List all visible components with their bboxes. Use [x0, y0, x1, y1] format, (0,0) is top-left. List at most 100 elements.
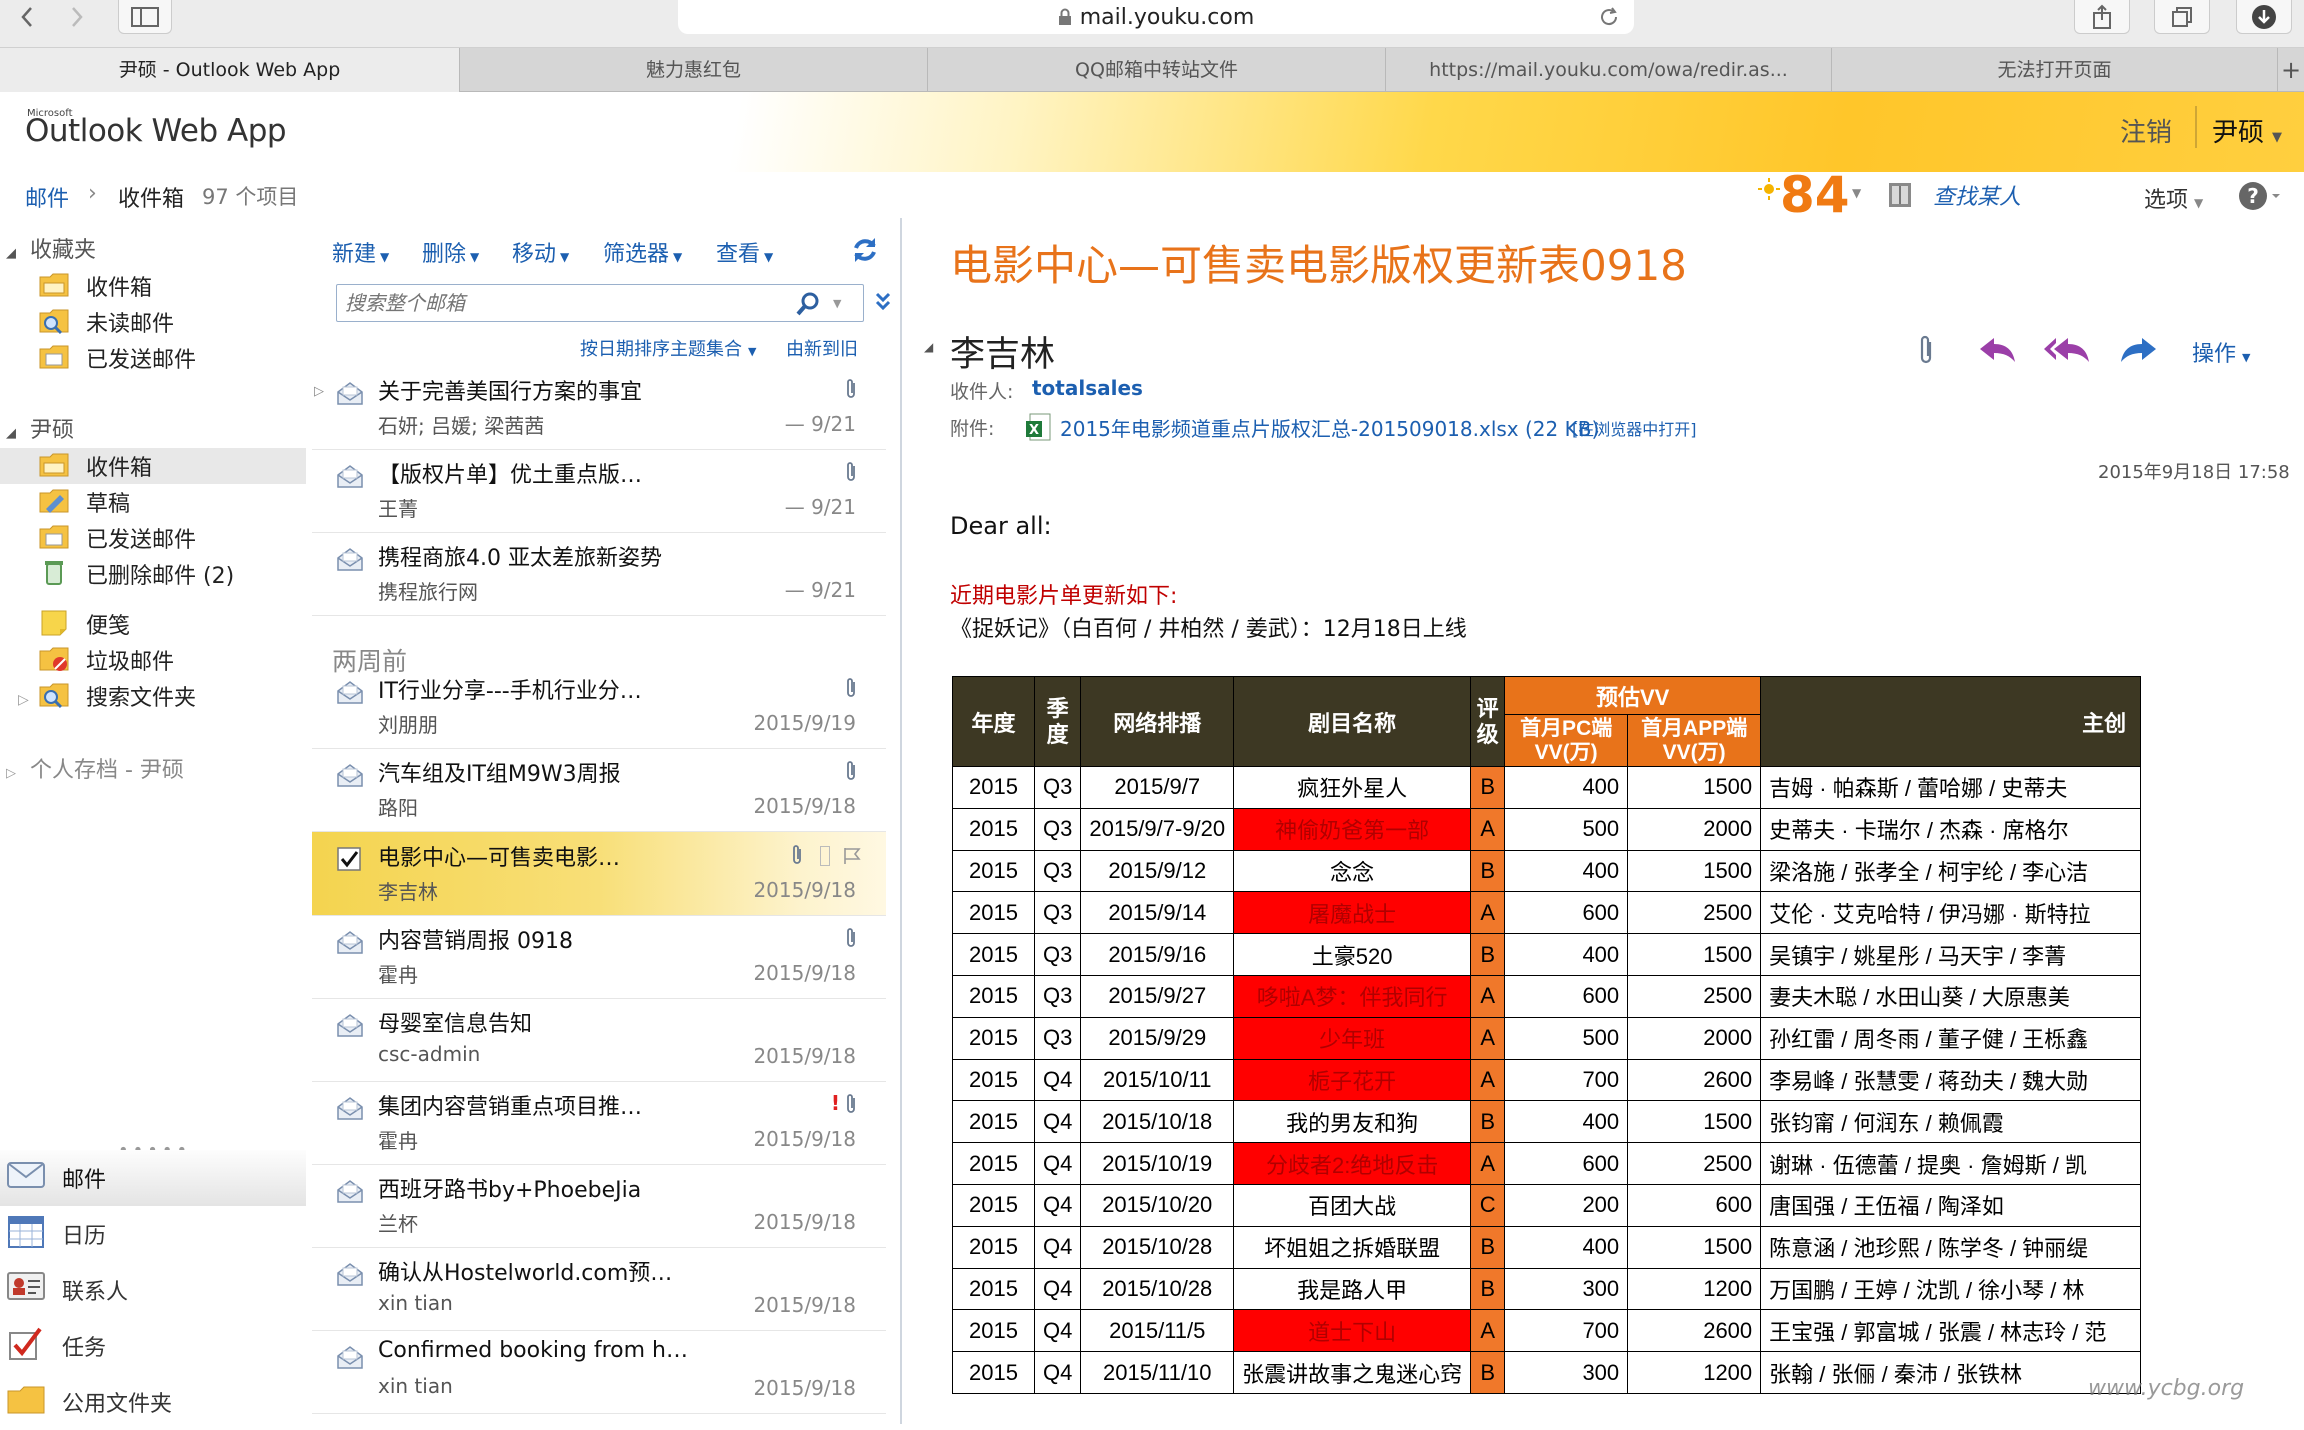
tab-cannot-open[interactable]: 无法打开页面	[1832, 48, 2278, 92]
user-menu[interactable]: 尹硕 ▼	[2212, 112, 2282, 149]
folder-drafts[interactable]: 草稿	[0, 484, 306, 520]
list-item[interactable]: 【版权片单】优土重点版… 王菁 — 9/21	[312, 449, 886, 533]
fav-unread[interactable]: 未读邮件	[38, 304, 306, 340]
chevron-down-icon[interactable]: ▼	[1852, 186, 1861, 200]
breadcrumb-mail[interactable]: 邮件	[25, 181, 69, 213]
nav-calendar[interactable]: 日历	[0, 1206, 306, 1262]
forward-icon[interactable]	[2118, 334, 2158, 364]
chevron-down-icon: ▼	[2242, 351, 2251, 364]
search-icon[interactable]	[795, 291, 821, 317]
watermark: www.ycbg.org	[2088, 1376, 2245, 1401]
fav-sent[interactable]: 已发送邮件	[38, 340, 306, 376]
list-item[interactable]: 汽车组及IT组M9W3周报 路阳 2015/9/18	[312, 748, 886, 832]
tabs-button[interactable]	[2154, 0, 2210, 34]
downloads-button[interactable]	[2236, 0, 2292, 34]
new-button[interactable]: 新建 ▼	[332, 236, 389, 268]
list-item[interactable]: 内容营销周报 0918 霍冉 2015/9/18	[312, 915, 886, 999]
forward-button[interactable]	[50, 0, 104, 34]
nav-mail[interactable]: 邮件	[0, 1150, 306, 1206]
tab-redirect[interactable]: https://mail.youku.com/owa/redir.as...	[1386, 48, 1832, 92]
tab-qqmail[interactable]: QQ邮箱中转站文件	[928, 48, 1386, 92]
options-menu[interactable]: 选项 ▼	[2144, 182, 2203, 214]
filter-button[interactable]: 筛选器 ▼	[603, 236, 682, 268]
nav-public-folders[interactable]: 公用文件夹	[0, 1374, 306, 1430]
back-button[interactable]	[0, 0, 54, 34]
fav-sent-label: 已发送邮件	[86, 348, 197, 373]
list-item[interactable]: 电影中心—可售卖电影… 李吉林 2015/9/18	[312, 832, 886, 916]
actions-menu[interactable]: 操作 ▼	[2192, 336, 2250, 368]
refresh-icon[interactable]	[851, 236, 879, 264]
to-recipient[interactable]: totalsales	[1032, 376, 1143, 400]
chevron-down-icon[interactable]: ▼	[833, 297, 841, 310]
cell-cast: 妻夫木聪 / 水田山葵 / 大原惠美	[1760, 974, 2142, 1018]
cell-title: 少年班	[1233, 1016, 1472, 1060]
archive-section[interactable]: ▷ 个人存档 - 尹硕	[6, 752, 184, 784]
new-tab-button[interactable]: +	[2278, 48, 2304, 92]
weather-score[interactable]: 84	[1780, 166, 1850, 224]
message-subject: 内容营销周报 0918	[378, 929, 573, 954]
list-item[interactable]: 确认从Hostelworld.com预… xin tian 2015/9/18	[312, 1247, 886, 1331]
cell-schedule: 2015/9/14	[1080, 891, 1235, 935]
collapse-triangle-icon[interactable]: ◢	[924, 340, 933, 354]
expand-triangle-icon[interactable]: ▷	[18, 692, 29, 708]
cell-year: 2015	[952, 1225, 1035, 1269]
delete-button[interactable]: 删除 ▼	[422, 236, 479, 268]
list-item[interactable]: 携程商旅4.0 亚太差旅新姿势 携程旅行网 — 9/21	[312, 532, 886, 616]
share-button[interactable]	[2074, 0, 2130, 34]
checkbox-checked-icon[interactable]	[336, 846, 362, 872]
flag-icon[interactable]	[842, 846, 864, 866]
category-box[interactable]	[820, 846, 830, 866]
cell-cast: 张钧甯 / 何润东 / 赖佩霞	[1760, 1100, 2142, 1144]
attachment-link[interactable]: 2015年电影频道重点片版权汇总-201509018.xlsx (22 KB)	[1060, 413, 1599, 442]
folder-sent[interactable]: 已发送邮件	[0, 520, 306, 556]
move-button[interactable]: 移动 ▼	[512, 236, 569, 268]
sidebar-toggle-button[interactable]	[118, 0, 172, 34]
open-in-browser-link[interactable]: [在浏览器中打开]	[1572, 416, 1697, 440]
address-bar[interactable]: mail.youku.com	[678, 0, 1634, 34]
nav-tasks[interactable]: 任务	[0, 1318, 306, 1374]
expand-triangle-icon[interactable]: ▷	[314, 384, 324, 399]
folder-junk[interactable]: 垃圾邮件	[38, 642, 306, 678]
reload-icon[interactable]	[1598, 6, 1620, 28]
search-folder-icon	[38, 305, 72, 339]
logout-link[interactable]: 注销	[2120, 112, 2172, 149]
sort-by-dropdown[interactable]: 按日期排序主题集合 ▼	[580, 335, 756, 361]
message-subject: Confirmed booking from h…	[378, 1338, 688, 1363]
envelope-open-icon	[336, 1095, 364, 1121]
address-book-icon[interactable]	[1886, 181, 1916, 209]
folder-inbox[interactable]: 收件箱	[0, 448, 306, 484]
navigation-pane: 邮件 日历 联系人 任务 公用文件夹	[0, 1150, 306, 1424]
cell-app-vv: 2600	[1627, 1309, 1762, 1353]
reply-all-icon[interactable]	[2044, 334, 2092, 364]
cell-quarter: Q4	[1033, 1100, 1082, 1144]
folder-search[interactable]: 搜索文件夹	[38, 678, 306, 714]
list-item[interactable]: ! 集团内容营销重点项目推… 霍冉 2015/9/18	[312, 1081, 886, 1165]
reply-icon[interactable]	[1978, 334, 2018, 364]
favorites-section[interactable]: ◢ 收藏夹	[6, 232, 96, 264]
search-input[interactable]	[343, 289, 783, 317]
mailbox-section[interactable]: ◢ 尹硕	[6, 412, 74, 444]
list-item[interactable]: ▷ 关于完善美国行方案的事宜 石妍; 吕媛; 梁茜茜 — 9/21	[312, 366, 886, 450]
archive-label: 个人存档 - 尹硕	[30, 758, 184, 783]
sender-name[interactable]: 李吉林	[950, 326, 1055, 377]
message-sender: 石妍; 吕媛; 梁茜茜	[378, 414, 545, 438]
list-item[interactable]: Confirmed booking from h… xin tian 2015/9/…	[312, 1330, 886, 1414]
list-item[interactable]: 西班牙路书by+PhoebeJia 兰杯 2015/9/18	[312, 1164, 886, 1248]
tab-outlook[interactable]: 尹硕 - Outlook Web App	[0, 48, 460, 92]
sort-order-toggle[interactable]: 由新到旧	[786, 335, 858, 361]
double-chevron-down-icon[interactable]	[874, 290, 892, 314]
help-icon[interactable]: ?	[2238, 181, 2282, 211]
message-date: 2015/9/18	[753, 1044, 856, 1068]
cell-cast: 谢琳 · 伍德蕾 / 提奥 · 詹姆斯 / 凯	[1760, 1142, 2142, 1185]
view-button[interactable]: 查看 ▼	[716, 236, 773, 268]
cell-cast: 王宝强 / 郭富城 / 张震 / 林志玲 / 范	[1760, 1309, 2142, 1353]
list-item[interactable]: 母婴室信息告知 csc-admin 2015/9/18	[312, 998, 886, 1082]
fav-inbox[interactable]: 收件箱	[38, 268, 306, 304]
tab-meilihui[interactable]: 魅力惠红包	[460, 48, 928, 92]
folder-deleted[interactable]: 已删除邮件 (2)	[0, 556, 306, 592]
folder-notes[interactable]: 便笺	[38, 606, 306, 642]
sun-icon	[1758, 178, 1780, 200]
find-person-link[interactable]: 查找某人	[1933, 179, 2021, 211]
cell-schedule: 2015/9/12	[1080, 849, 1235, 893]
nav-contacts[interactable]: 联系人	[0, 1262, 306, 1318]
